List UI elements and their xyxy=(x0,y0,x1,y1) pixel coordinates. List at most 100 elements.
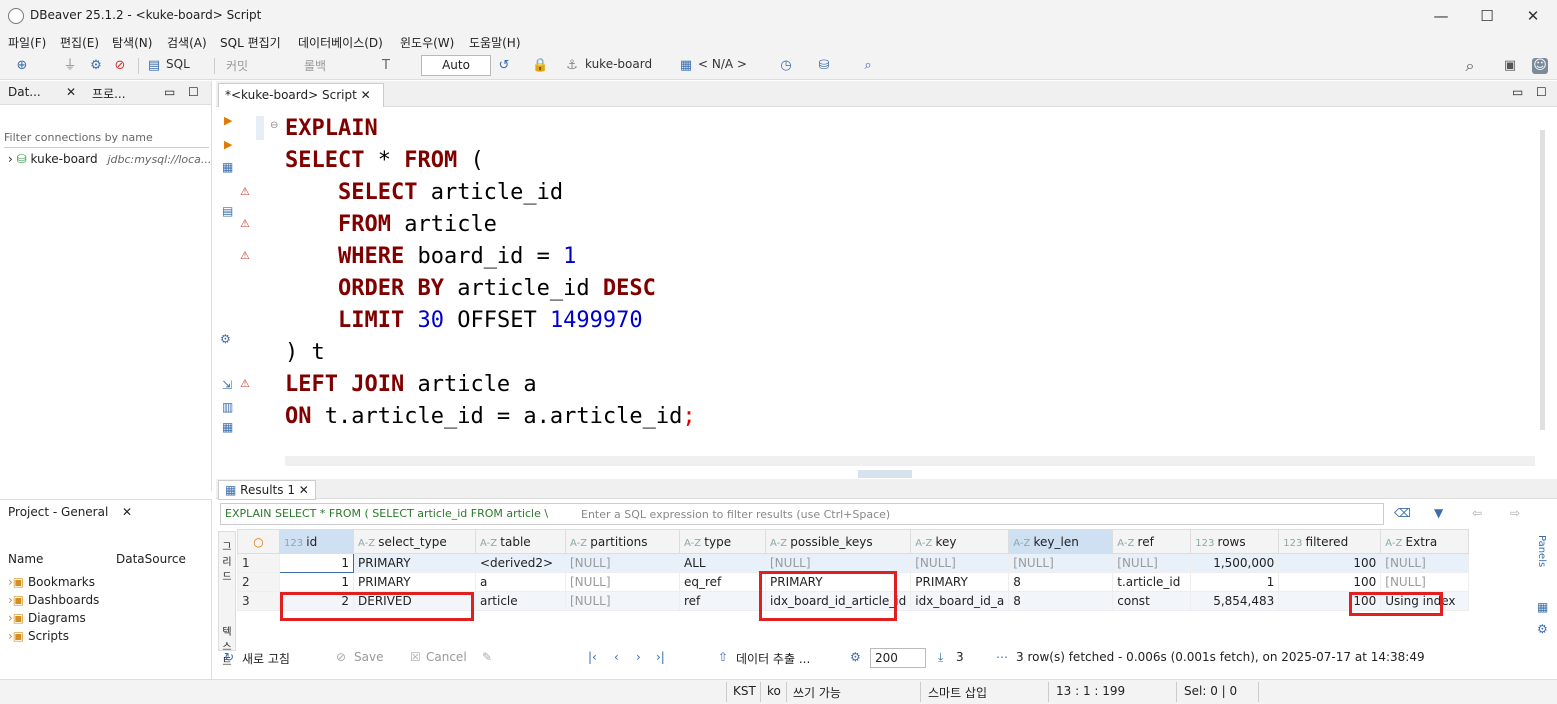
fetch-settings-icon[interactable]: ⚙ xyxy=(850,650,861,664)
sql-editor-icon[interactable]: ▤ xyxy=(146,58,162,74)
minimize-button[interactable]: — xyxy=(1418,0,1464,32)
close-icon[interactable]: ✕ xyxy=(299,483,309,497)
table-cell[interactable]: 1 xyxy=(279,553,354,573)
table-cell[interactable]: [NULL] xyxy=(1380,572,1470,592)
table-cell[interactable]: [NULL] xyxy=(565,572,680,592)
history-icon[interactable]: ↺ xyxy=(496,58,512,74)
column-header-id[interactable]: 123 id xyxy=(279,529,354,554)
close-icon[interactable]: ✕ xyxy=(122,505,132,519)
active-schema-select[interactable]: < N/A > xyxy=(698,57,747,71)
cancel-icon[interactable]: ☒ xyxy=(410,650,421,664)
table-cell[interactable]: 3 xyxy=(237,591,280,611)
table-cell[interactable]: 1,500,000 xyxy=(1190,553,1280,573)
tab-database-navigator[interactable]: Dat... xyxy=(8,85,41,99)
database-tasks-icon[interactable]: ⛁ xyxy=(816,58,832,74)
code-line[interactable]: ORDER BY article_id DESC xyxy=(285,273,656,305)
column-header-ref[interactable]: A-Z ref xyxy=(1112,529,1192,554)
table-cell[interactable]: [NULL] xyxy=(1112,553,1192,573)
table-cell[interactable]: 5,854,483 xyxy=(1190,591,1280,611)
execute-script-icon[interactable]: ▶ xyxy=(224,138,232,151)
lock-icon[interactable]: 🔒 xyxy=(532,58,548,74)
column-header-possible-keys[interactable]: A-Z possible_keys xyxy=(764,529,912,554)
table-cell[interactable]: 1 xyxy=(1190,572,1280,592)
table-cell[interactable]: [NULL] xyxy=(565,591,680,611)
filter-connections-input[interactable]: Filter connections by name xyxy=(4,131,209,148)
editor-horizontal-scrollbar[interactable] xyxy=(285,456,1535,466)
column-header-type[interactable]: A-Z type xyxy=(679,529,766,554)
table-cell[interactable]: eq_ref xyxy=(679,572,766,592)
forward-icon[interactable]: ⇨ xyxy=(1510,506,1520,520)
tree-item-dashboards[interactable]: ›▣ Dashboards xyxy=(8,591,99,609)
explain-plan-icon[interactable]: ▦ xyxy=(222,160,233,174)
splitter-handle[interactable] xyxy=(858,470,912,478)
previous-page-icon[interactable]: ‹ xyxy=(614,650,619,664)
load-script-icon[interactable]: ▥ xyxy=(222,400,233,414)
menu-file[interactable]: 파일(F) xyxy=(8,34,46,51)
menu-window[interactable]: 윈도우(W) xyxy=(400,34,454,51)
column-header-key-len[interactable]: A-Z key_len xyxy=(1008,529,1114,554)
column-header-partitions[interactable]: A-Z partitions xyxy=(565,529,680,554)
column-header-extra[interactable]: A-Z Extra xyxy=(1380,529,1470,554)
table-cell[interactable]: idx_board_id_a xyxy=(910,591,1010,611)
maximize-button[interactable]: ☐ xyxy=(1464,0,1510,32)
code-line[interactable]: LIMIT 30 OFFSET 1499970 xyxy=(285,305,643,337)
minimize-panel-icon[interactable]: ▭ xyxy=(164,85,175,99)
auto-commit-mode[interactable]: Auto xyxy=(421,55,491,76)
commit-button[interactable]: 커밋 xyxy=(226,57,248,74)
refresh-icon[interactable]: ↻ xyxy=(224,650,234,664)
last-page-icon[interactable]: ›| xyxy=(656,650,665,664)
save-icon[interactable]: ⊘ xyxy=(336,650,346,664)
menu-navigate[interactable]: 탐색(N) xyxy=(112,34,152,51)
new-connection-icon[interactable]: ⊕ xyxy=(14,58,30,74)
results-filter-input[interactable]: Enter a SQL expression to filter results… xyxy=(581,508,890,521)
sql-button[interactable]: SQL xyxy=(166,57,190,71)
close-icon[interactable]: ✕ xyxy=(66,85,76,99)
code-line[interactable]: FROM article xyxy=(285,209,497,241)
table-cell[interactable]: 8 xyxy=(1008,572,1114,592)
settings-icon[interactable]: ⚙ xyxy=(220,332,231,346)
column-header-key[interactable]: A-Z key xyxy=(910,529,1010,554)
table-cell[interactable]: [NULL] xyxy=(1380,553,1470,573)
search-toolbar-icon[interactable]: ⌕ xyxy=(860,58,876,74)
menu-help[interactable]: 도움말(H) xyxy=(469,34,521,51)
code-line[interactable]: ) t xyxy=(285,337,325,369)
panels-button[interactable]: Panels xyxy=(1536,535,1547,567)
execute-statement-icon[interactable]: ▶ xyxy=(224,114,232,127)
tree-item-scripts[interactable]: ›▣ Scripts xyxy=(8,627,99,645)
table-cell[interactable]: const xyxy=(1112,591,1192,611)
disconnect-icon[interactable]: ⊘ xyxy=(112,58,128,74)
eraser-icon[interactable]: ⌫ xyxy=(1394,506,1411,520)
column-header-select-type[interactable]: A-Z select_type xyxy=(353,529,476,554)
table-cell[interactable]: t.article_id xyxy=(1112,572,1192,592)
table-cell[interactable]: a xyxy=(475,572,566,592)
table-cell[interactable]: 100 xyxy=(1278,572,1382,592)
rollback-button[interactable]: 롤백 xyxy=(304,57,326,74)
table-cell[interactable]: PRIMARY xyxy=(353,572,476,592)
column-header-filtered[interactable]: 123 filtered xyxy=(1278,529,1382,554)
first-page-icon[interactable]: |‹ xyxy=(588,650,597,664)
table-cell[interactable]: [NULL] xyxy=(910,553,1010,573)
code-line[interactable]: LEFT JOIN article a xyxy=(285,369,537,401)
fetch-size-input[interactable]: 200 xyxy=(870,648,926,668)
cancel-button[interactable]: Cancel xyxy=(426,650,467,664)
menu-edit[interactable]: 편집(E) xyxy=(60,34,99,51)
user-avatar[interactable]: ☺ xyxy=(1532,58,1548,74)
table-cell[interactable]: 1 xyxy=(237,553,280,573)
column-datasource-header[interactable]: DataSource xyxy=(116,552,186,566)
table-cell[interactable]: 8 xyxy=(1008,591,1114,611)
code-line[interactable]: EXPLAIN xyxy=(285,113,378,145)
refresh-button[interactable]: 새로 고침 xyxy=(242,650,290,667)
panel-grid-icon[interactable]: ▦ xyxy=(1537,600,1548,614)
fetch-all-icon[interactable]: ⤓ xyxy=(938,650,943,665)
table-cell[interactable]: 2 xyxy=(237,572,280,592)
code-line[interactable]: WHERE board_id = 1 xyxy=(285,241,576,273)
perspective-icon[interactable]: ▣ xyxy=(1502,58,1518,74)
export-icon[interactable]: ⇲ xyxy=(222,378,232,392)
tab-script[interactable]: *<kuke-board> Script ✕ xyxy=(218,83,384,107)
save-button[interactable]: Save xyxy=(354,650,383,664)
tree-item-bookmarks[interactable]: ›▣ Bookmarks xyxy=(8,573,99,591)
code-line[interactable]: SELECT article_id xyxy=(285,177,563,209)
grid-view-button[interactable]: 그리드 xyxy=(219,538,235,583)
reconnect-icon[interactable]: ⚙ xyxy=(88,58,104,74)
close-icon[interactable]: ✕ xyxy=(361,88,371,102)
